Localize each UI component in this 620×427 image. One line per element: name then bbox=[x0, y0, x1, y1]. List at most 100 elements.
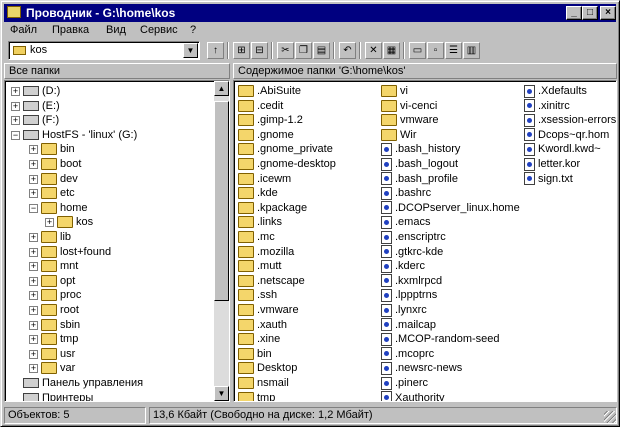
expand-icon[interactable]: + bbox=[29, 349, 38, 359]
collapse-icon[interactable]: − bbox=[29, 203, 38, 213]
tree-item[interactable]: root bbox=[41, 303, 79, 318]
file-item[interactable]: bin bbox=[238, 347, 272, 362]
expand-icon[interactable]: + bbox=[29, 160, 38, 169]
file-item[interactable]: .gnome_private bbox=[238, 142, 333, 157]
tree-item[interactable]: (F:) bbox=[23, 113, 59, 128]
file-item[interactable]: vi bbox=[381, 84, 408, 99]
tree-item[interactable]: mnt bbox=[41, 259, 78, 274]
file-item[interactable]: .icewm bbox=[238, 172, 291, 187]
tree-item[interactable]: etc bbox=[41, 186, 75, 201]
file-item[interactable]: Dcops~qr.hom bbox=[524, 128, 609, 143]
file-item[interactable]: .bash_history bbox=[381, 142, 460, 157]
file-item[interactable]: .lynxrc bbox=[381, 303, 427, 318]
file-item[interactable]: Desktop bbox=[238, 361, 297, 376]
tree-item[interactable]: Принтеры bbox=[23, 391, 93, 401]
file-item[interactable]: .xinitrc bbox=[524, 99, 570, 114]
file-item[interactable]: .AbiSuite bbox=[238, 84, 301, 99]
file-item[interactable]: .enscriptrc bbox=[381, 230, 446, 245]
tree-item[interactable]: (D:) bbox=[23, 84, 60, 99]
tree-item[interactable]: usr bbox=[41, 347, 75, 362]
expand-icon[interactable]: + bbox=[29, 335, 38, 345]
tree-item[interactable]: lib bbox=[41, 230, 71, 245]
tree-item[interactable]: Панель управления bbox=[23, 376, 143, 391]
expand-icon[interactable]: + bbox=[29, 306, 38, 315]
file-item[interactable]: .pinerc bbox=[381, 376, 428, 391]
file-item[interactable]: .newsrc-news bbox=[381, 361, 462, 376]
file-item[interactable]: .gnome-desktop bbox=[238, 157, 336, 172]
title-bar[interactable]: Проводник - G:\home\kos _ □ × bbox=[4, 4, 616, 22]
small-icons-icon[interactable]: ▫ bbox=[427, 42, 444, 59]
menu-file[interactable]: Файл bbox=[10, 24, 37, 36]
large-icons-icon[interactable]: ▭ bbox=[409, 42, 426, 59]
tree-item[interactable]: sbin bbox=[41, 318, 80, 333]
file-item[interactable]: vi-cenci bbox=[381, 99, 437, 114]
file-item[interactable]: nsmail bbox=[238, 376, 289, 391]
copy-icon[interactable]: ❐ bbox=[295, 42, 312, 59]
expand-icon[interactable]: + bbox=[29, 276, 38, 286]
maximize-button[interactable]: □ bbox=[582, 6, 598, 20]
expand-icon[interactable]: + bbox=[29, 320, 38, 330]
file-item[interactable]: .kxmlrpcd bbox=[381, 274, 442, 289]
file-item[interactable]: .mutt bbox=[238, 259, 281, 274]
file-item[interactable]: .mailcap bbox=[381, 318, 436, 333]
collapse-icon[interactable]: − bbox=[11, 130, 20, 140]
delete-icon[interactable]: ✕ bbox=[365, 42, 382, 59]
expand-icon[interactable]: + bbox=[29, 247, 38, 257]
file-item[interactable]: .mc bbox=[238, 230, 275, 245]
file-item[interactable]: .ssh bbox=[238, 288, 277, 303]
file-item[interactable]: .xine bbox=[238, 332, 280, 347]
file-item[interactable]: .DCOPserver_linux.home bbox=[381, 201, 520, 216]
expand-icon[interactable]: + bbox=[11, 116, 20, 126]
file-item[interactable]: .kpackage bbox=[238, 201, 307, 216]
tree-item[interactable]: proc bbox=[41, 288, 81, 303]
details-view-icon[interactable]: ▥ bbox=[463, 42, 480, 59]
menu-tools[interactable]: Сервис bbox=[140, 24, 178, 36]
scroll-thumb[interactable] bbox=[214, 101, 229, 301]
file-item[interactable]: .netscape bbox=[238, 274, 305, 289]
file-item[interactable]: .bashrc bbox=[381, 186, 431, 201]
expand-icon[interactable]: + bbox=[29, 364, 38, 374]
paste-icon[interactable]: ▤ bbox=[313, 42, 330, 59]
file-item[interactable]: .lppptrns bbox=[381, 288, 437, 303]
tree-item[interactable]: home bbox=[41, 201, 88, 216]
tree-item[interactable]: boot bbox=[41, 157, 81, 172]
file-item[interactable]: tmp bbox=[238, 391, 275, 401]
tree-item[interactable]: opt bbox=[41, 274, 75, 289]
file-item[interactable]: .mcoprc bbox=[381, 347, 434, 362]
expand-icon[interactable]: + bbox=[29, 189, 38, 199]
tree-item[interactable]: lost+found bbox=[41, 245, 111, 260]
file-item[interactable]: .gimp-1.2 bbox=[238, 113, 303, 128]
tree-item[interactable]: dev bbox=[41, 172, 78, 187]
menu-view[interactable]: Вид bbox=[106, 24, 126, 36]
tree-item[interactable]: var bbox=[41, 361, 75, 376]
tree-item[interactable]: HostFS - 'linux' (G:) bbox=[23, 128, 137, 143]
file-item[interactable]: vmware bbox=[381, 113, 439, 128]
file-item[interactable]: .gnome bbox=[238, 128, 294, 143]
undo-icon[interactable]: ↶ bbox=[339, 42, 356, 59]
file-item[interactable]: .cedit bbox=[238, 99, 283, 114]
expand-icon[interactable]: + bbox=[11, 87, 20, 96]
disconnect-drive-icon[interactable]: ⊟ bbox=[251, 42, 268, 59]
tree-item[interactable]: (E:) bbox=[23, 99, 60, 114]
tree-item[interactable]: bin bbox=[41, 142, 75, 157]
file-item[interactable]: .vmware bbox=[238, 303, 299, 318]
list-view-icon[interactable]: ☰ bbox=[445, 42, 462, 59]
file-item[interactable]: .mozilla bbox=[238, 245, 294, 260]
cut-icon[interactable]: ✂ bbox=[277, 42, 294, 59]
file-item[interactable]: .kde bbox=[238, 186, 278, 201]
expand-icon[interactable]: + bbox=[45, 218, 54, 228]
menu-help[interactable]: ? bbox=[190, 24, 196, 36]
properties-icon[interactable]: ▦ bbox=[383, 42, 400, 59]
close-button[interactable]: × bbox=[600, 6, 616, 20]
file-item[interactable]: sign.txt bbox=[524, 172, 573, 187]
dropdown-arrow-icon[interactable]: ▼ bbox=[183, 43, 198, 58]
up-folder-icon[interactable]: ↑ bbox=[207, 42, 224, 59]
file-item[interactable]: .bash_logout bbox=[381, 157, 458, 172]
file-item[interactable]: .xauth bbox=[238, 318, 287, 333]
file-item[interactable]: Kwordl.kwd~ bbox=[524, 142, 601, 157]
file-item[interactable]: .kderc bbox=[381, 259, 425, 274]
file-item[interactable]: letter.kor bbox=[524, 157, 580, 172]
scroll-down-icon[interactable]: ▼ bbox=[214, 386, 229, 401]
tree-item[interactable]: kos bbox=[57, 215, 93, 230]
menu-edit[interactable]: Правка bbox=[52, 24, 89, 36]
